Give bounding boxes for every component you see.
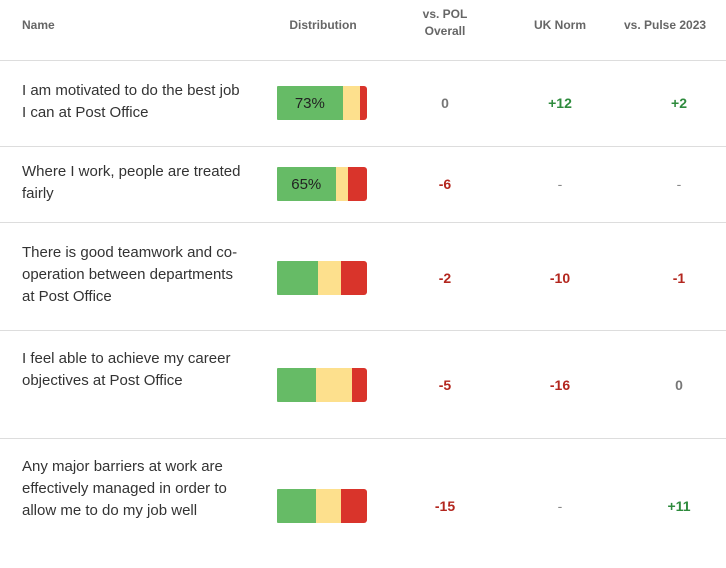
distribution-bar[interactable]: 65%: [277, 167, 367, 201]
vs-pulse-value: +2: [671, 95, 687, 111]
favourable-segment: [277, 368, 316, 402]
table-row[interactable]: Any major barriers at work are effective…: [0, 438, 726, 568]
favourable-label: 65%: [291, 175, 322, 193]
vs-pulse-value: 0: [675, 377, 683, 393]
uk-norm-value: -16: [549, 377, 571, 393]
unfavourable-segment: [348, 167, 367, 201]
table-row[interactable]: There is good teamwork and co-operation …: [0, 222, 726, 331]
favourable-segment: 73%: [277, 86, 343, 120]
favourable-segment: [277, 261, 318, 295]
uk-norm-value: -: [557, 498, 563, 514]
vs-pol-value: -5: [438, 377, 452, 393]
neutral-segment: [342, 86, 360, 120]
uk-norm-value: -: [557, 176, 563, 192]
table-row[interactable]: I feel able to achieve my career objecti…: [0, 330, 726, 439]
vs-pulse-value: -1: [672, 270, 686, 286]
table-header: Name Distribution vs. POL Overall UK Nor…: [0, 0, 726, 52]
distribution-bar[interactable]: [277, 489, 367, 523]
uk-norm-value: -10: [549, 270, 571, 286]
column-header-uk-norm[interactable]: UK Norm: [515, 17, 605, 34]
neutral-segment: [315, 489, 341, 523]
unfavourable-segment: [340, 489, 367, 523]
vs-pol-value: -6: [438, 176, 452, 192]
column-header-vs-pulse[interactable]: vs. Pulse 2023: [624, 17, 706, 34]
question-text: There is good teamwork and co-operation …: [22, 244, 238, 305]
uk-norm-value: +12: [548, 95, 572, 111]
unfavourable-segment: [351, 368, 367, 402]
column-header-vs-pol-overall[interactable]: vs. POL Overall: [400, 6, 490, 40]
vs-pol-value: -15: [434, 498, 456, 514]
question-text: I am motivated to do the best job I can …: [22, 82, 240, 121]
column-header-vs-pol-line1: vs. POL: [422, 7, 468, 21]
neutral-segment: [317, 261, 341, 295]
neutral-segment: [315, 368, 352, 402]
vs-pol-value: -2: [438, 270, 452, 286]
favourable-segment: 65%: [277, 167, 336, 201]
favourable-segment: [277, 489, 316, 523]
column-header-distribution[interactable]: Distribution: [268, 17, 378, 34]
unfavourable-segment: [340, 261, 367, 295]
column-header-name[interactable]: Name: [22, 17, 55, 34]
vs-pol-value: 0: [441, 95, 449, 111]
column-header-vs-pol-line2: Overall: [424, 24, 466, 38]
question-text: I feel able to achieve my career objecti…: [22, 350, 231, 389]
unfavourable-segment: [359, 86, 367, 120]
question-text: Any major barriers at work are effective…: [22, 458, 227, 519]
question-text: Where I work, people are treated fairly: [22, 163, 241, 202]
distribution-bar[interactable]: 73%: [277, 86, 367, 120]
distribution-bar[interactable]: [277, 261, 367, 295]
table-row[interactable]: I am motivated to do the best job I can …: [0, 60, 726, 147]
distribution-bar[interactable]: [277, 368, 367, 402]
vs-pulse-value: +11: [667, 498, 691, 514]
favourable-label: 73%: [294, 94, 325, 112]
vs-pulse-value: -: [676, 176, 682, 192]
neutral-segment: [335, 167, 349, 201]
table-row[interactable]: Where I work, people are treated fairly …: [0, 146, 726, 223]
